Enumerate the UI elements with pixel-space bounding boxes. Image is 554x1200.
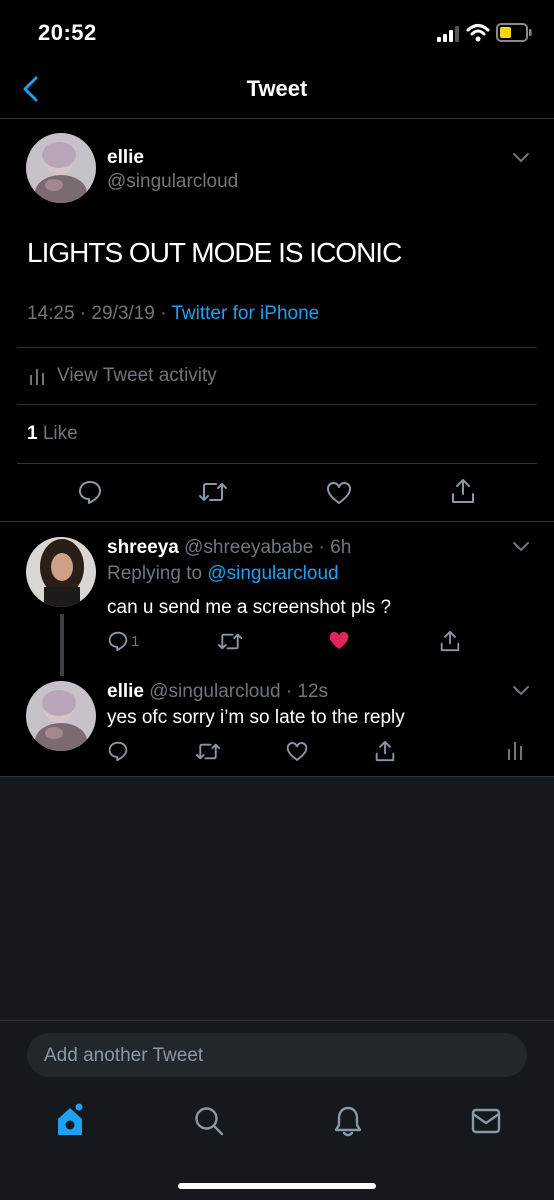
page-title: Tweet bbox=[246, 76, 308, 101]
share-icon[interactable] bbox=[375, 740, 395, 762]
chevron-down-icon[interactable] bbox=[512, 541, 530, 553]
thread-line bbox=[60, 614, 64, 676]
reply-handle-time[interactable]: @singularcloud · 12s bbox=[149, 681, 328, 702]
compose-placeholder: Add another Tweet bbox=[44, 1045, 204, 1066]
divider bbox=[17, 463, 537, 464]
activity-icon[interactable] bbox=[508, 742, 522, 760]
like-filled-icon[interactable] bbox=[328, 630, 350, 651]
home-indicator[interactable] bbox=[178, 1183, 376, 1189]
divider bbox=[0, 521, 554, 522]
like-label: Like bbox=[42, 423, 78, 444]
like-count-row[interactable]: 1 Like bbox=[27, 423, 78, 445]
tweet-text: LIGHTS OUT MODE IS ICONIC bbox=[27, 237, 402, 268]
reply-author-name[interactable]: shreeya bbox=[107, 537, 179, 558]
like-icon[interactable] bbox=[326, 481, 352, 505]
replying-to-handle[interactable]: @singularcloud bbox=[207, 563, 338, 584]
reply-header: shreeya @shreeyababe · 6h bbox=[107, 537, 351, 559]
reply-header: ellie @singularcloud · 12s bbox=[107, 681, 328, 703]
replying-prefix: Replying to bbox=[107, 563, 208, 584]
search-icon[interactable] bbox=[194, 1106, 224, 1136]
share-icon[interactable] bbox=[451, 478, 475, 504]
reply-text: can u send me a screenshot pls ? bbox=[107, 597, 392, 618]
reply-author-name[interactable]: ellie bbox=[107, 681, 144, 702]
share-icon[interactable] bbox=[440, 630, 460, 652]
reply-handle-time[interactable]: @shreeyababe · 6h bbox=[184, 537, 351, 558]
like-count: 1 bbox=[27, 423, 38, 444]
avatar[interactable] bbox=[26, 537, 96, 607]
divider bbox=[17, 347, 537, 348]
reply-icon[interactable] bbox=[78, 480, 102, 504]
author-name[interactable]: ellie bbox=[107, 147, 144, 169]
retweet-icon[interactable] bbox=[218, 632, 242, 651]
home-icon[interactable] bbox=[55, 1103, 87, 1137]
view-activity-label: View Tweet activity bbox=[57, 365, 217, 386]
divider bbox=[17, 404, 537, 405]
tweet-source[interactable]: Twitter for iPhone bbox=[171, 303, 319, 324]
battery-icon bbox=[496, 23, 532, 42]
author-handle[interactable]: @singularcloud bbox=[107, 171, 238, 193]
avatar[interactable] bbox=[26, 133, 96, 203]
activity-icon bbox=[30, 369, 44, 385]
tweet-meta: 14:25 · 29/3/19 · Twitter for iPhone bbox=[27, 303, 319, 325]
tweet-timestamp: 14:25 · 29/3/19 · bbox=[27, 303, 172, 324]
chevron-down-icon[interactable] bbox=[512, 685, 530, 697]
divider bbox=[0, 1020, 554, 1021]
bell-icon[interactable] bbox=[334, 1105, 362, 1137]
reply-count: 1 bbox=[131, 633, 140, 650]
retweet-icon[interactable] bbox=[199, 481, 227, 503]
reply-icon[interactable] bbox=[108, 631, 128, 651]
replying-to: Replying to @singularcloud bbox=[107, 563, 339, 585]
like-icon[interactable] bbox=[286, 741, 308, 762]
header-divider bbox=[0, 118, 554, 119]
reply-icon[interactable] bbox=[108, 741, 128, 761]
reply-text: yes ofc sorry i’m so late to the reply bbox=[107, 707, 405, 728]
status-time: 20:52 bbox=[38, 20, 97, 45]
wifi-icon bbox=[466, 23, 490, 42]
chevron-down-icon[interactable] bbox=[512, 152, 530, 164]
signal-icon bbox=[437, 26, 459, 42]
mail-icon[interactable] bbox=[471, 1108, 501, 1134]
retweet-icon[interactable] bbox=[196, 742, 220, 761]
status-bar: 20:52 bbox=[0, 0, 554, 64]
avatar[interactable] bbox=[26, 681, 96, 751]
